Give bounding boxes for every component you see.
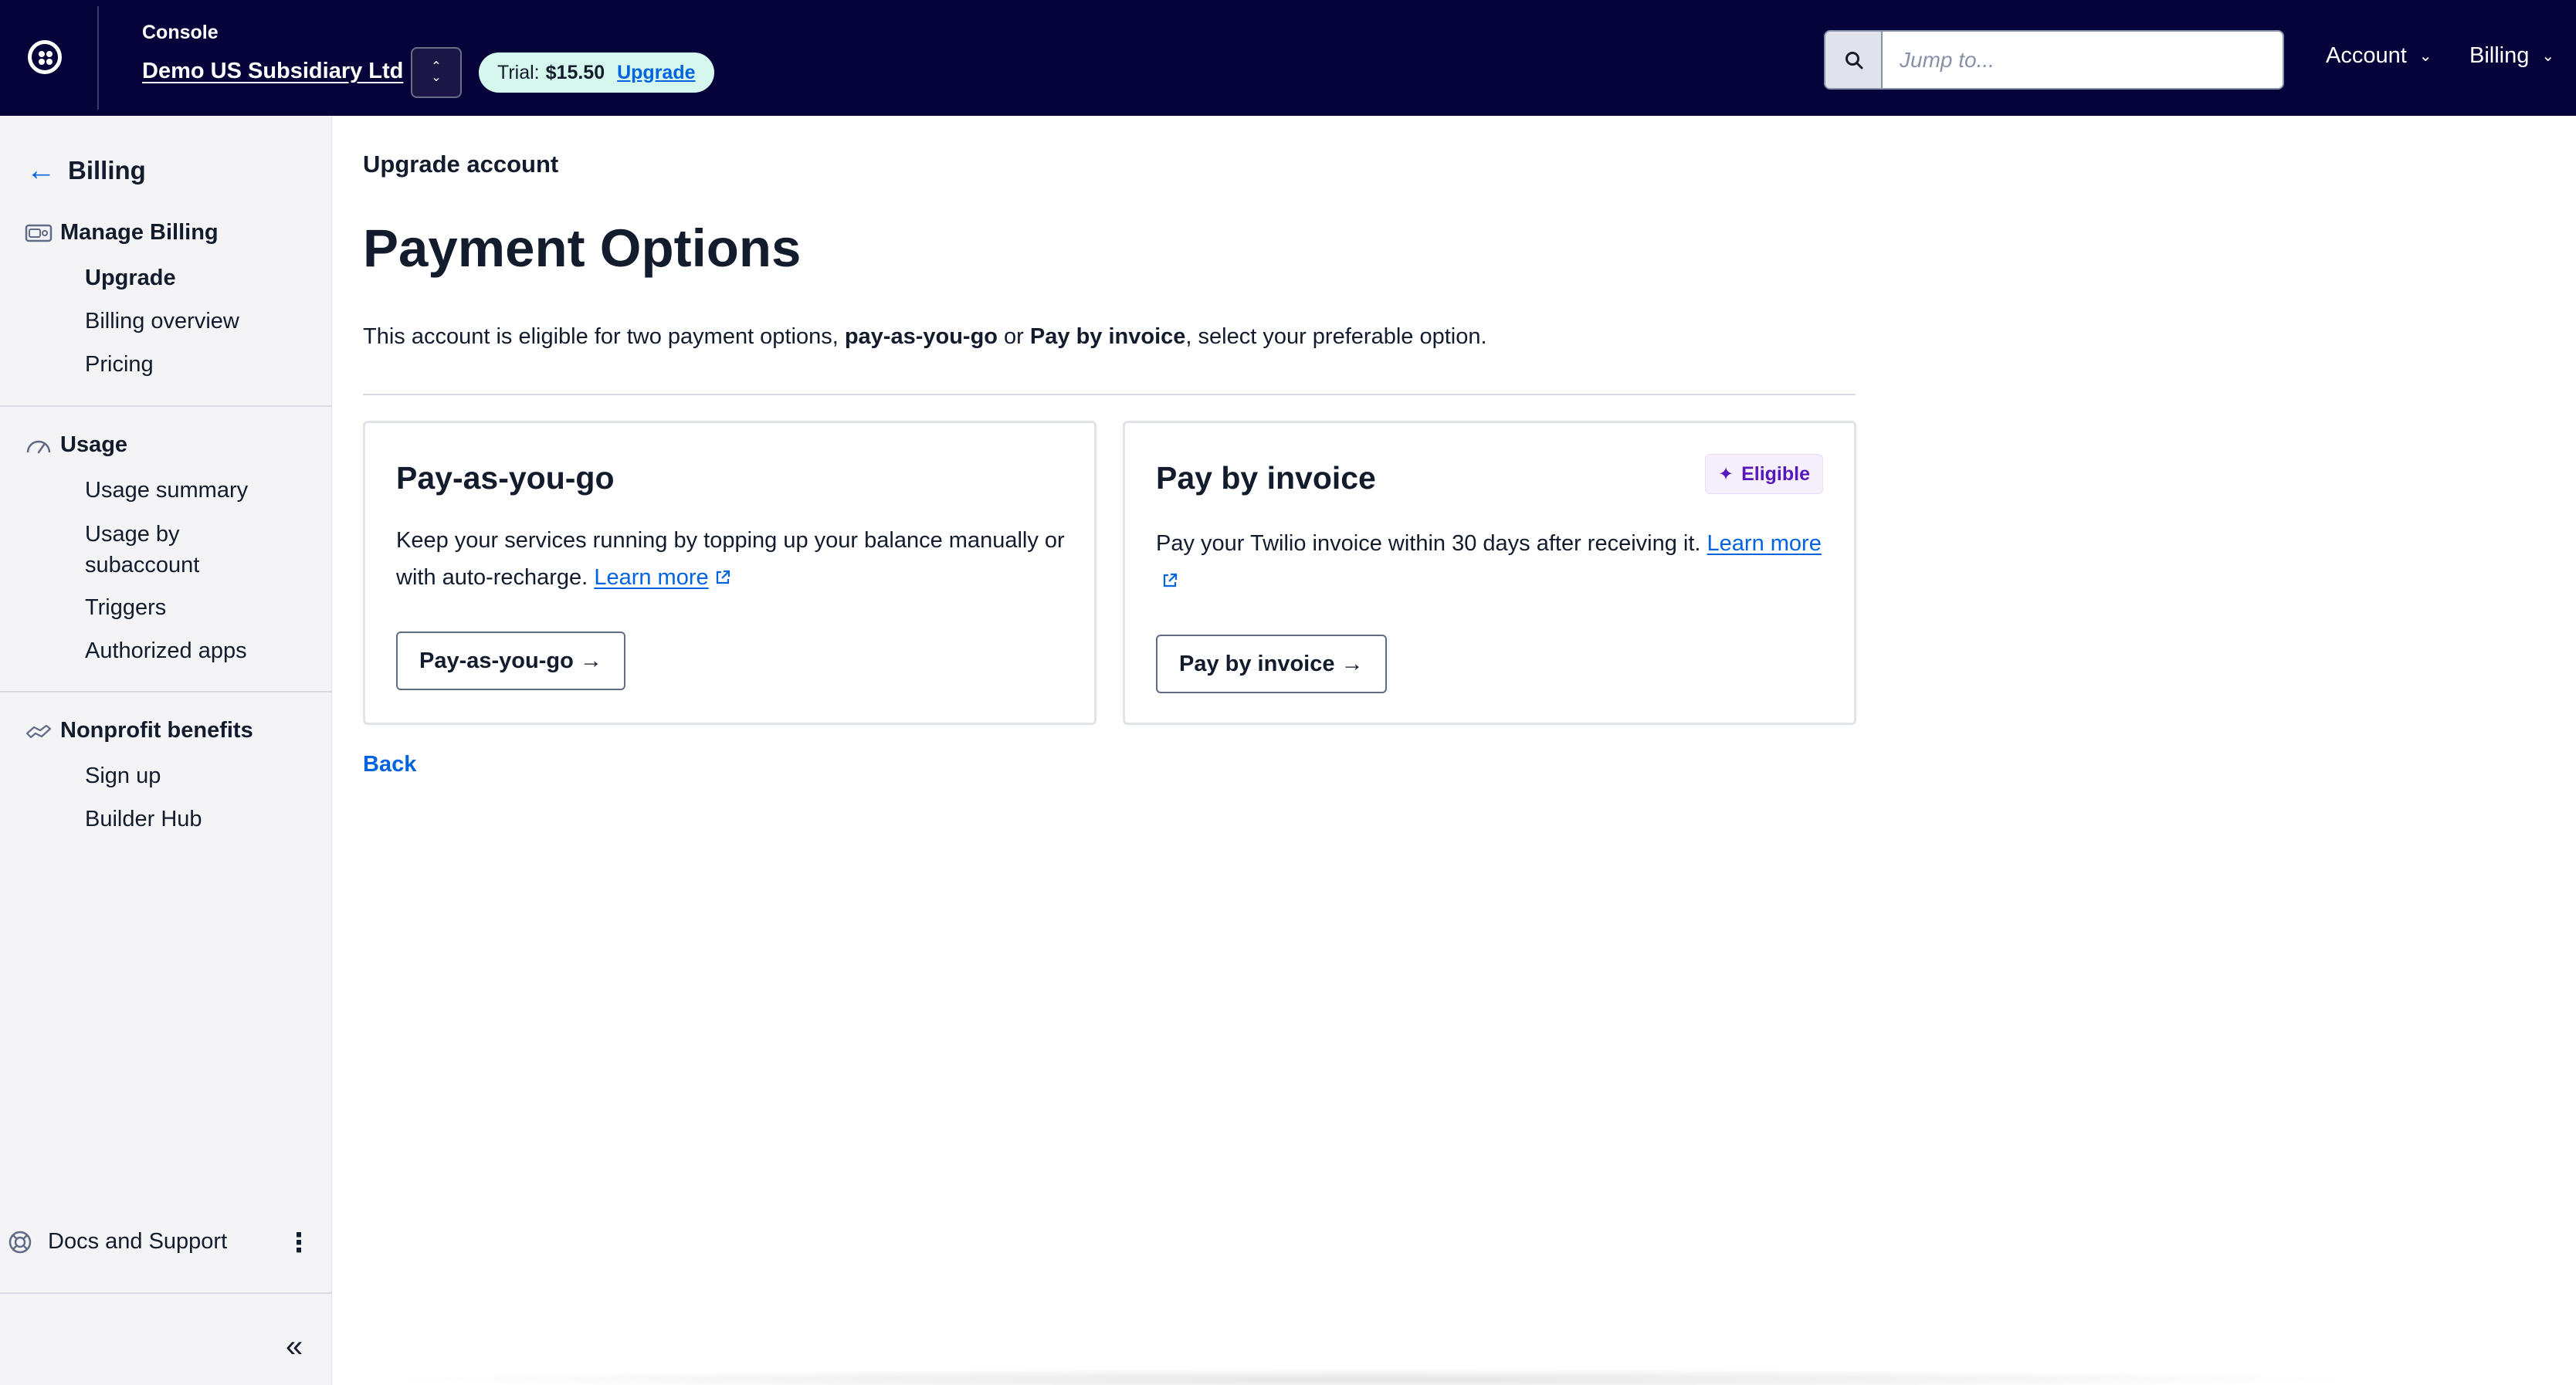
gauge-icon: [26, 440, 51, 453]
jump-to-search[interactable]: [1824, 30, 2284, 90]
trial-balance-pill: Trial: $15.50 Upgrade: [479, 52, 714, 93]
account-menu[interactable]: Account ⌄: [2326, 43, 2432, 69]
account-name-link[interactable]: Demo US Subsidiary Ltd: [142, 59, 403, 84]
sidebar-divider: [0, 691, 332, 692]
chevron-down-icon: ⌄: [2541, 48, 2555, 65]
external-link-icon: [716, 570, 730, 584]
handshake-icon: [25, 724, 52, 738]
more-vertical-icon[interactable]: ⋮: [286, 1228, 312, 1258]
card-title: Pay-as-you-go: [396, 460, 615, 496]
learn-more-link[interactable]: Learn more: [594, 565, 708, 590]
account-menu-label: Account: [2326, 43, 2407, 68]
breadcrumb: Upgrade account: [363, 151, 559, 178]
intro-bold: Pay by invoice: [1029, 324, 1186, 349]
intro-bold: pay-as-you-go: [844, 324, 998, 349]
card-description-text: Pay your Twilio invoice within 30 days a…: [1156, 531, 1701, 556]
top-bar: Console Demo US Subsidiary Ltd ⌃ ⌄ Trial…: [0, 0, 2576, 116]
page-title: Payment Options: [363, 218, 802, 278]
search-input[interactable]: [1900, 32, 2270, 88]
trial-label: Trial:: [497, 61, 540, 83]
sidebar-item-pricing[interactable]: Pricing: [85, 349, 154, 380]
sidebar-item-sign-up[interactable]: Sign up: [85, 760, 161, 791]
sidebar-group-label: Manage Billing: [60, 220, 219, 245]
search-icon[interactable]: [1825, 32, 1883, 88]
arrow-left-icon: ←: [26, 154, 56, 187]
lifebuoy-icon: [8, 1231, 32, 1253]
docs-label: Docs and Support: [48, 1229, 228, 1254]
sidebar-divider: [0, 405, 332, 407]
sidebar-group-label: Nonprofit benefits: [60, 718, 253, 743]
chevron-down-icon: ⌄: [431, 71, 442, 84]
payment-option-card-payg: Pay-as-you-go Keep your services running…: [363, 421, 1096, 725]
sidebar-item-upgrade[interactable]: Upgrade: [85, 262, 176, 293]
sidebar-group-label: Usage: [60, 432, 128, 457]
billing-card-icon: [25, 224, 53, 242]
trial-amount: $15.50: [545, 61, 605, 83]
sidebar-back-billing[interactable]: ← Billing: [26, 156, 146, 185]
sparkle-icon: ✦: [1717, 463, 1734, 485]
sidebar-item-billing-overview[interactable]: Billing overview: [85, 306, 239, 337]
payment-option-card-invoice: Pay by invoice ✦ Eligible Pay your Twili…: [1123, 421, 1856, 725]
external-link-icon: [1163, 573, 1178, 588]
pay-by-invoice-button[interactable]: Pay by invoice →: [1156, 635, 1387, 693]
billing-menu-label: Billing: [2469, 43, 2530, 68]
sidebar-item-authorized-apps[interactable]: Authorized apps: [85, 635, 247, 666]
sidebar-group-nonprofit-benefits: Nonprofit benefits: [25, 718, 253, 743]
twilio-logo-icon[interactable]: [28, 40, 62, 74]
bottom-shadow: [371, 1368, 2378, 1385]
sidebar-item-label: subaccount: [85, 553, 200, 577]
sidebar: ← Billing Manage Billing Upgrade Billing…: [0, 116, 332, 1385]
pay-as-you-go-button[interactable]: Pay-as-you-go →: [396, 632, 625, 690]
sidebar-divider: [0, 1292, 332, 1294]
sidebar-group-usage: Usage: [25, 432, 127, 458]
sidebar-group-manage-billing: Manage Billing: [25, 220, 219, 246]
sidebar-item-label: Usage by: [85, 522, 180, 547]
sidebar-item-triggers[interactable]: Triggers: [85, 592, 166, 623]
account-switcher-button[interactable]: ⌃ ⌄: [411, 47, 462, 98]
intro-part: This account is eligible for two payment…: [363, 324, 845, 349]
content-divider: [363, 394, 1856, 395]
upgrade-link[interactable]: Upgrade: [617, 62, 695, 84]
eligible-badge: ✦ Eligible: [1704, 454, 1823, 494]
card-title: Pay by invoice: [1156, 460, 1376, 496]
sidebar-item-usage-by-subaccount[interactable]: Usage by subaccount: [85, 519, 199, 581]
card-description: Keep your services running by topping up…: [396, 522, 1076, 596]
intro-part: , select your preferable option.: [1185, 324, 1487, 349]
sidebar-title: Billing: [68, 156, 146, 185]
topbar-divider: [97, 6, 99, 110]
badge-label: Eligible: [1741, 462, 1810, 485]
chevron-down-icon: ⌄: [2418, 48, 2432, 65]
collapse-sidebar-icon[interactable]: «: [286, 1329, 303, 1364]
intro-text: This account is eligible for two payment…: [363, 324, 1487, 350]
learn-more-link[interactable]: Learn more: [1707, 531, 1822, 556]
intro-part: or: [998, 324, 1030, 349]
console-label: Console: [142, 22, 219, 43]
sidebar-item-builder-hub[interactable]: Builder Hub: [85, 804, 202, 835]
sidebar-item-usage-summary[interactable]: Usage summary: [85, 475, 248, 506]
docs-and-support[interactable]: Docs and Support ⋮: [8, 1228, 324, 1258]
back-link[interactable]: Back: [363, 752, 416, 777]
card-description: Pay your Twilio invoice within 30 days a…: [1156, 525, 1835, 599]
billing-menu[interactable]: Billing ⌄: [2469, 43, 2554, 69]
